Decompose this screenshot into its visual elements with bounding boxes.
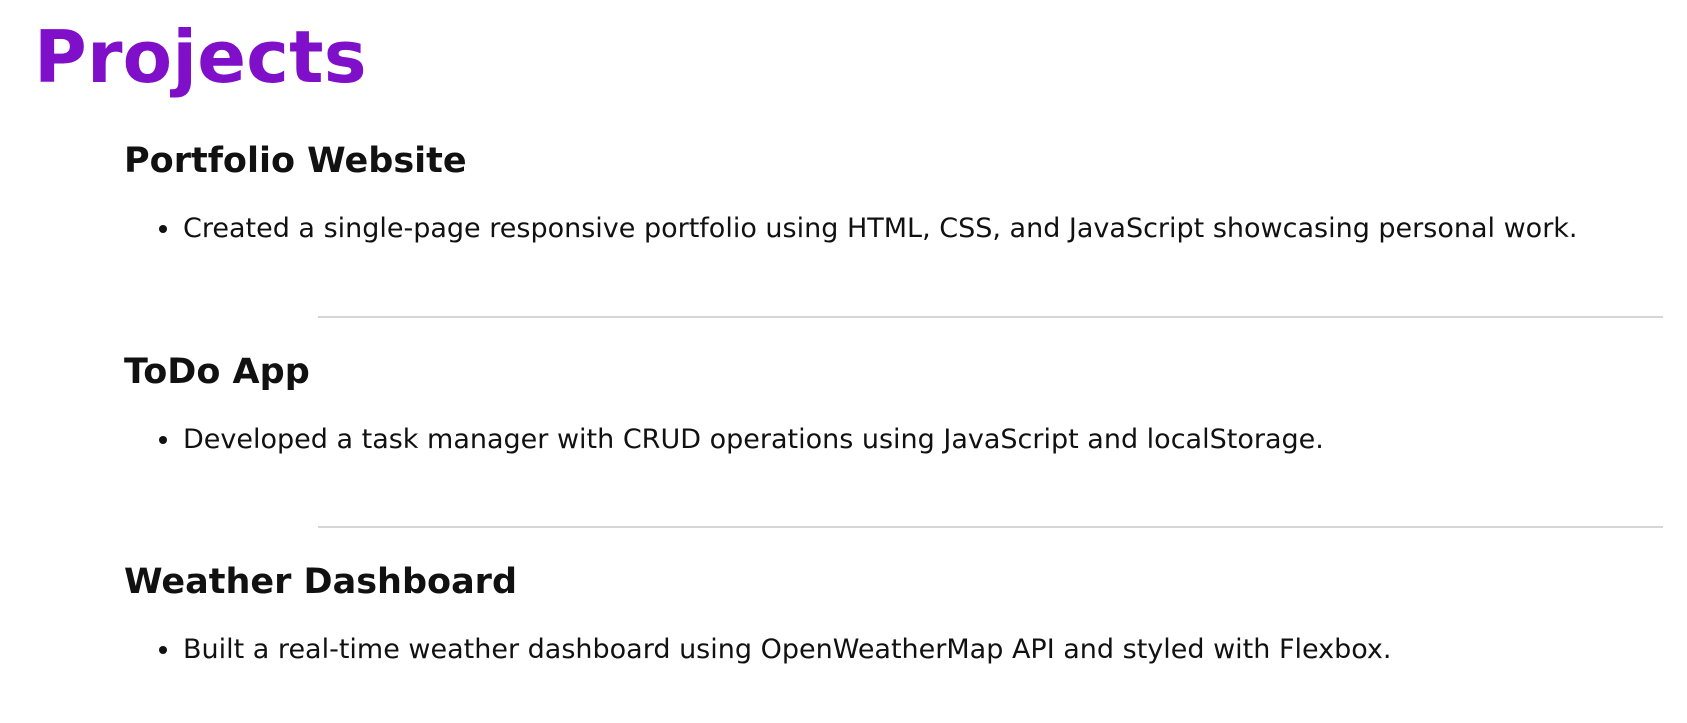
- project-detail-text: Created a single-page responsive portfol…: [183, 213, 1578, 244]
- project-divider: [318, 526, 1663, 528]
- project-title: ToDo App: [124, 352, 310, 392]
- project-detail-item: Developed a task manager with CRUD opera…: [124, 422, 1664, 458]
- bullet-icon: [159, 225, 167, 233]
- project-weather-dashboard: Weather Dashboard Built a real-time weat…: [124, 560, 1664, 665]
- page-title: Projects: [34, 15, 367, 99]
- bullet-icon: [159, 646, 167, 654]
- project-title: Weather Dashboard: [124, 562, 517, 602]
- bullet-icon: [159, 436, 167, 444]
- project-details-list: Built a real-time weather dashboard usin…: [124, 632, 1664, 668]
- project-details-list: Developed a task manager with CRUD opera…: [124, 422, 1664, 458]
- project-details-list: Created a single-page responsive portfol…: [124, 211, 1664, 247]
- project-detail-item: Built a real-time weather dashboard usin…: [124, 632, 1664, 668]
- project-divider: [318, 316, 1663, 318]
- project-todo-app: ToDo App Developed a task manager with C…: [124, 350, 1664, 455]
- project-detail-text: Developed a task manager with CRUD opera…: [183, 424, 1324, 455]
- project-detail-item: Created a single-page responsive portfol…: [124, 211, 1664, 247]
- projects-page: Projects Portfolio Website Created a sin…: [0, 0, 1687, 723]
- project-title: Portfolio Website: [124, 141, 467, 181]
- project-detail-text: Built a real-time weather dashboard usin…: [183, 634, 1392, 665]
- project-portfolio-website: Portfolio Website Created a single-page …: [124, 139, 1664, 244]
